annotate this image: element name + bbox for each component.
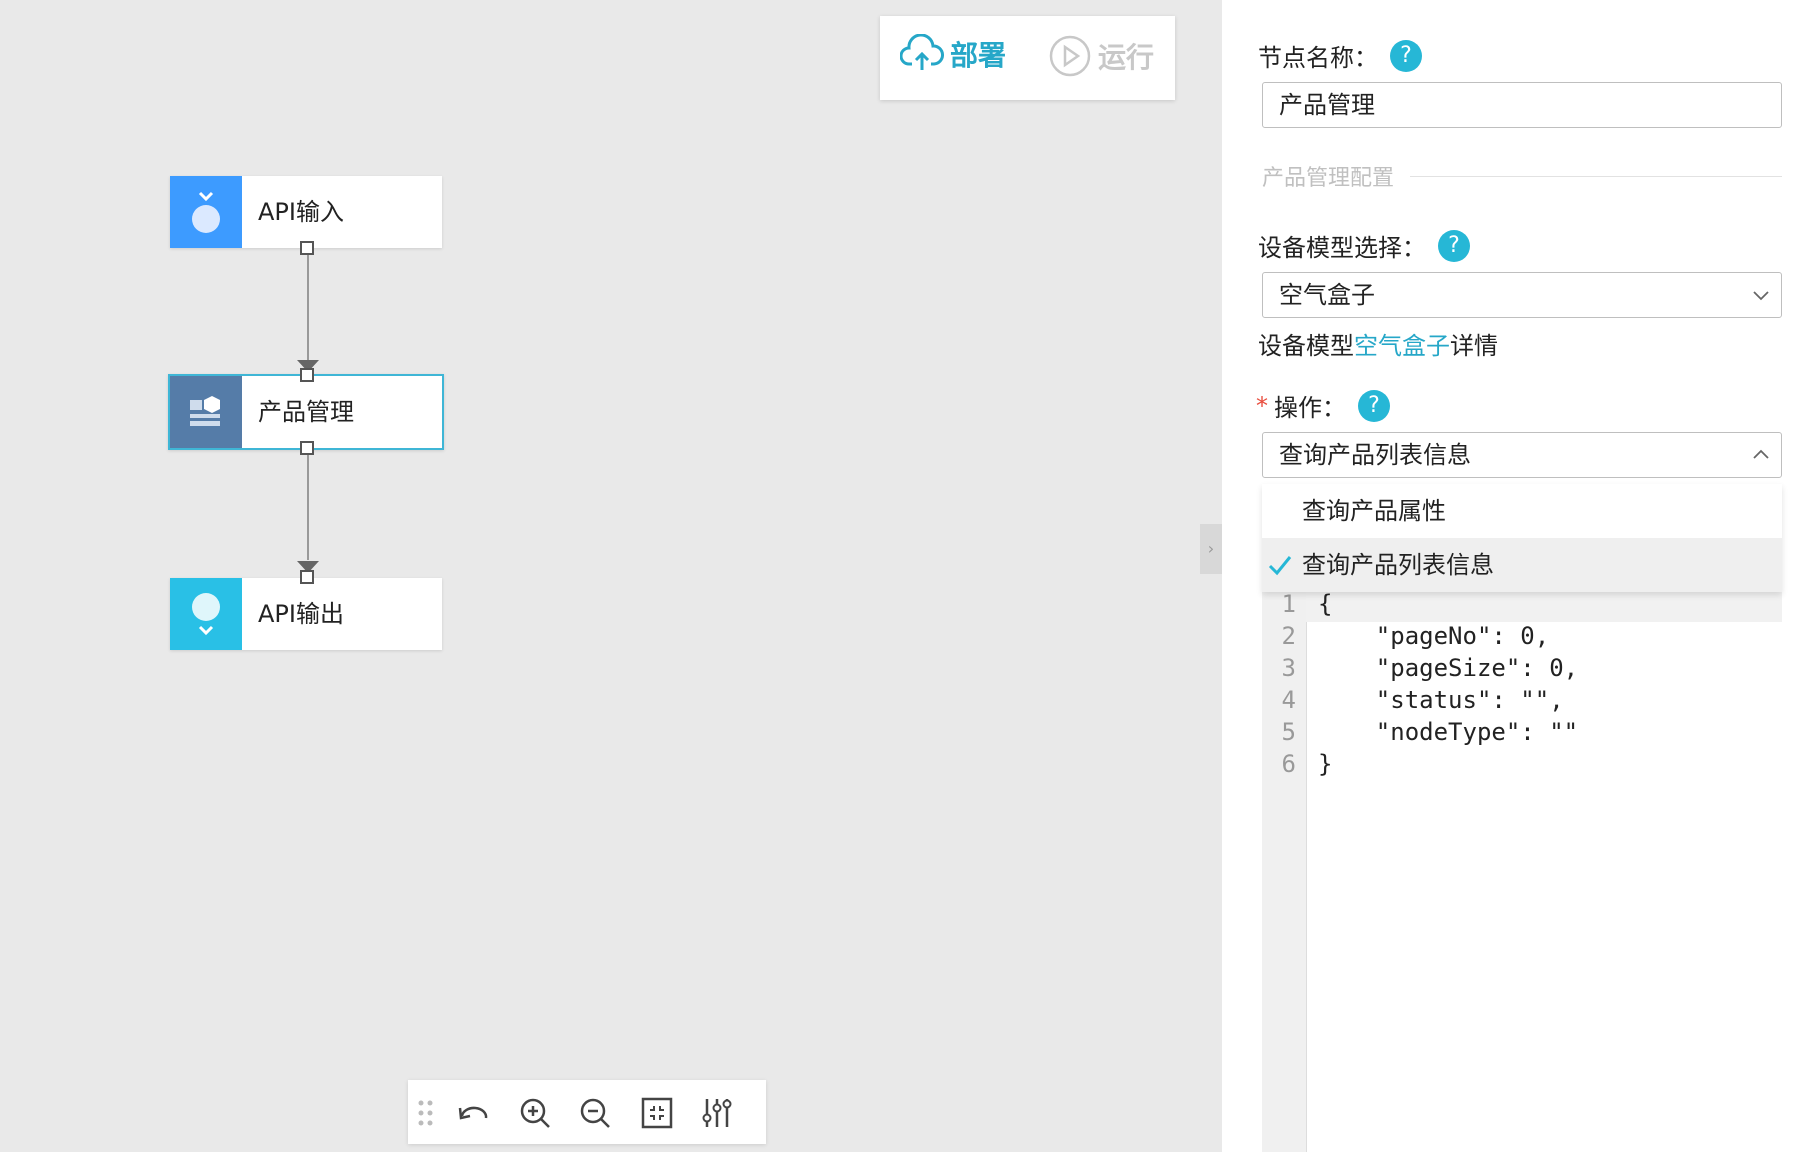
top-toolbar: 部署 运行 [880, 16, 1175, 100]
line-number: 3 [1281, 654, 1296, 682]
run-button[interactable]: 运行 [1048, 34, 1154, 78]
device-model-select[interactable]: 空气盒子 [1262, 272, 1782, 318]
operation-select[interactable]: 查询产品列表信息 [1262, 432, 1782, 478]
code-line: "status": "", [1318, 686, 1564, 714]
node-name-label: 节点名称： ? [1258, 38, 1422, 73]
code-line: "pageSize": 0, [1318, 654, 1579, 682]
operation-value: 查询产品列表信息 [1279, 441, 1471, 469]
zoom-out-icon[interactable] [578, 1096, 612, 1130]
device-model-detail: 设备模型 空气盒子 详情 [1258, 326, 1498, 361]
section-divider [1410, 175, 1782, 177]
panel-collapse-toggle[interactable]: › [1200, 524, 1222, 574]
cloud-upload-icon [900, 34, 944, 70]
deploy-button[interactable]: 部署 [900, 34, 1006, 74]
fit-screen-icon[interactable] [640, 1096, 674, 1130]
flow-node-product-management[interactable]: 产品管理 [168, 374, 444, 450]
operation-dropdown: 查询产品属性 查询产品列表信息 [1262, 484, 1782, 592]
line-number: 5 [1281, 718, 1296, 746]
required-mark: * [1256, 391, 1268, 420]
check-icon [1268, 556, 1292, 576]
canvas-toolbar [408, 1080, 766, 1144]
code-line: { [1318, 590, 1333, 618]
dropdown-option[interactable]: 查询产品属性 [1262, 484, 1782, 538]
device-model-value: 空气盒子 [1279, 281, 1375, 309]
flow-node-api-output[interactable]: API输出 [170, 578, 442, 650]
line-number: 2 [1281, 622, 1296, 650]
section-title: 产品管理配置 [1262, 160, 1782, 192]
dropdown-option-selected[interactable]: 查询产品列表信息 [1262, 538, 1782, 592]
help-icon[interactable]: ? [1390, 39, 1422, 72]
play-circle-icon [1049, 35, 1091, 77]
operation-label: * 操作： ? [1256, 388, 1390, 423]
output-port[interactable] [300, 441, 314, 455]
device-model-label: 设备模型选择： ? [1258, 228, 1470, 263]
settings-sliders-icon[interactable] [700, 1096, 734, 1130]
help-icon[interactable]: ? [1438, 229, 1470, 262]
chevron-down-icon [1753, 291, 1769, 301]
connection-line[interactable] [307, 455, 309, 560]
run-label: 运行 [1098, 41, 1155, 74]
code-line: "nodeType": "" [1318, 718, 1579, 746]
line-number: 6 [1281, 750, 1296, 778]
line-number: 4 [1281, 686, 1296, 714]
code-line: "pageNo": 0, [1318, 622, 1550, 650]
undo-icon[interactable] [456, 1096, 490, 1130]
api-output-icon [170, 578, 242, 650]
output-port[interactable] [300, 241, 314, 255]
connection-line[interactable] [307, 255, 309, 360]
zoom-in-icon[interactable] [518, 1096, 552, 1130]
line-number: 1 [1281, 590, 1296, 618]
product-management-icon [170, 376, 242, 448]
api-input-icon [170, 176, 242, 248]
chevron-right-icon: › [1207, 539, 1215, 558]
chevron-up-icon [1753, 449, 1769, 459]
input-port[interactable] [300, 368, 314, 382]
code-line: } [1318, 750, 1333, 778]
node-name-input[interactable]: 产品管理 [1262, 82, 1782, 128]
node-label: API输出 [258, 600, 344, 628]
deploy-label: 部署 [950, 39, 1007, 72]
properties-panel: 节点名称： ? 产品管理 产品管理配置 设备模型选择： ? 空气盒子 设备模型空… [1222, 0, 1796, 1152]
json-code-editor[interactable]: 1 2 3 4 5 6 { "pageNo": 0, "pageSize": 0… [1262, 590, 1782, 1152]
device-model-link[interactable]: 空气盒子 [1354, 326, 1450, 361]
current-line-highlight [1306, 590, 1782, 622]
flow-canvas[interactable]: 部署 运行 API输入 产品管理 API输出 [0, 0, 1220, 1152]
input-port[interactable] [300, 570, 314, 584]
node-label: API输入 [258, 198, 344, 226]
drag-handle-icon[interactable] [416, 1096, 436, 1130]
help-icon[interactable]: ? [1358, 389, 1390, 422]
flow-node-api-input[interactable]: API输入 [170, 176, 442, 248]
node-label: 产品管理 [258, 398, 354, 426]
